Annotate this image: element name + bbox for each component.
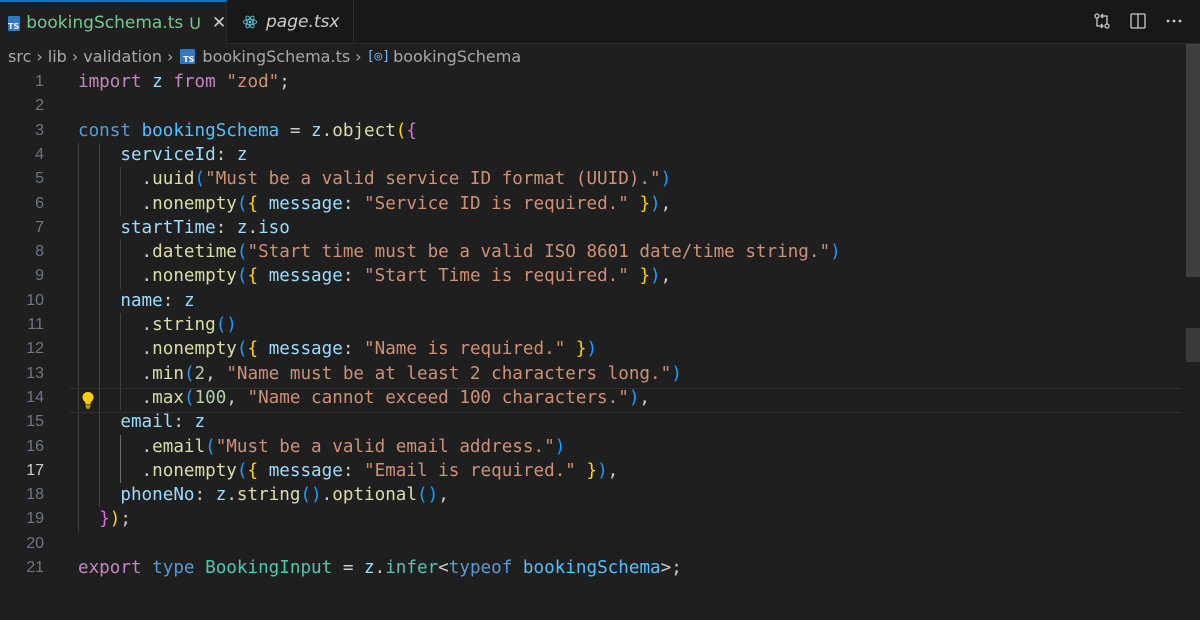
code-line[interactable]: 12 .nonempty({ message: "Name is require… <box>0 337 1182 361</box>
line-number: 17 <box>26 461 44 479</box>
editor-actions <box>1091 10 1185 32</box>
code-line[interactable]: 4 serviceId: z <box>0 143 1182 167</box>
code-line[interactable]: 21 export type BookingInput = z.infer<typ… <box>0 556 1182 580</box>
code-text: .string() <box>78 315 237 335</box>
chevron-right-icon: › <box>71 46 79 66</box>
line-number: 21 <box>26 559 44 576</box>
tab-label: bookingSchema.ts <box>26 13 184 33</box>
line-number: 4 <box>35 145 44 163</box>
line-number: 5 <box>35 170 44 188</box>
line-number: 1 <box>35 73 44 90</box>
code-line[interactable]: 5 .uuid("Must be a valid service ID form… <box>0 167 1182 191</box>
scrollbar-marker <box>1186 328 1200 362</box>
code-line[interactable]: 9 .nonempty({ message: "Start Time is re… <box>0 264 1182 288</box>
code-text: import z from "zod"; <box>78 72 290 92</box>
compare-changes-icon[interactable] <box>1091 10 1113 32</box>
line-number: 6 <box>35 194 44 212</box>
code-line[interactable]: 8 .datetime("Start time must be a valid … <box>0 240 1182 264</box>
line-number: 14 <box>26 388 44 406</box>
code-editor[interactable]: 1 import z from "zod"; 2 3 const bookingSche… <box>0 70 1182 620</box>
code-line[interactable]: 11 .string() <box>0 313 1182 337</box>
line-number: 2 <box>35 97 44 115</box>
lightbulb-icon[interactable] <box>80 391 96 409</box>
breadcrumb-item-src[interactable]: src <box>8 47 31 66</box>
breadcrumb-item-file[interactable]: bookingSchema.ts <box>202 47 350 66</box>
line-number: 3 <box>35 121 44 139</box>
code-line[interactable]: 3 const bookingSchema = z.object({ <box>0 119 1182 143</box>
code-line[interactable]: 6 .nonempty({ message: "Service ID is re… <box>0 192 1182 216</box>
tab-bookingschema[interactable]: TS bookingSchema.ts U ✕ <box>0 0 227 44</box>
more-actions-icon[interactable] <box>1163 10 1185 32</box>
untracked-badge: U <box>189 13 201 33</box>
line-number: 11 <box>27 316 44 333</box>
line-number: 19 <box>26 510 44 528</box>
typescript-icon: TS <box>180 48 196 64</box>
code-text: .nonempty({ message: "Start Time is requ… <box>78 266 672 287</box>
code-text: }); <box>99 509 131 530</box>
line-number: 12 <box>26 340 44 358</box>
code-line[interactable]: 15 email: z <box>0 410 1182 434</box>
chevron-right-icon: › <box>167 46 174 66</box>
code-line[interactable]: 7 startTime: z.iso <box>0 216 1182 240</box>
code-text: serviceId: z <box>120 144 248 165</box>
code-line[interactable]: 19 }); <box>0 507 1182 531</box>
line-number: 13 <box>26 364 44 382</box>
code-line[interactable]: 18 phoneNo: z.string().optional(), <box>0 483 1182 507</box>
line-number: 7 <box>35 218 44 236</box>
tab-label: page.tsx <box>266 11 340 32</box>
code-text: .min(2, "Name must be at least 2 charact… <box>78 363 682 384</box>
code-line[interactable]: 20 <box>0 532 1182 556</box>
breadcrumb-item-lib[interactable]: lib <box>48 47 67 66</box>
line-number: 8 <box>35 243 44 261</box>
typescript-icon: TS <box>8 15 21 31</box>
code-line[interactable]: 10 name: z <box>0 289 1182 313</box>
current-line-highlight <box>70 388 1182 413</box>
code-text: export type BookingInput = z.infer<typeo… <box>78 558 682 578</box>
code-text: const bookingSchema = z.object({ <box>78 120 417 141</box>
editor-tab-bar: TS bookingSchema.ts U ✕ page.tsx <box>0 0 1200 44</box>
scrollbar-thumb[interactable] <box>1186 44 1200 277</box>
code-line[interactable]: 17 .nonempty({ message: "Email is requir… <box>0 459 1182 483</box>
chevron-right-icon: › <box>355 46 362 66</box>
react-icon <box>242 14 258 30</box>
code-text: .nonempty({ message: "Service ID is requ… <box>78 193 672 214</box>
code-text: startTime: z.iso <box>120 217 290 238</box>
code-text: email: z <box>120 412 206 433</box>
line-number: 18 <box>26 486 44 504</box>
line-number: 10 <box>26 291 44 309</box>
line-number: 16 <box>26 437 44 455</box>
split-editor-icon[interactable] <box>1127 10 1149 32</box>
code-text: .uuid("Must be a valid service ID format… <box>78 169 672 190</box>
code-text: phoneNo: z.string().optional(), <box>120 485 449 506</box>
code-text: .email("Must be a valid email address.") <box>78 436 566 457</box>
breadcrumb: src › lib › validation › TS bookingSchem… <box>0 44 1200 68</box>
line-number: 20 <box>26 534 44 552</box>
line-number: 15 <box>26 413 44 431</box>
breadcrumb-item-symbol[interactable]: bookingSchema <box>393 47 521 66</box>
code-text: .nonempty({ message: "Email is required.… <box>78 460 619 481</box>
code-text: .datetime("Start time must be a valid IS… <box>78 242 841 263</box>
line-number: 9 <box>35 267 44 285</box>
breadcrumb-item-validation[interactable]: validation <box>83 47 162 66</box>
code-line[interactable]: 16 .email("Must be a valid email address… <box>0 435 1182 459</box>
code-line[interactable]: 1 import z from "zod"; <box>0 70 1182 94</box>
code-text: name: z <box>120 290 195 311</box>
code-line[interactable]: 13 .min(2, "Name must be at least 2 char… <box>0 362 1182 386</box>
variable-symbol-icon: [◎] <box>366 48 391 64</box>
code-text: .nonempty({ message: "Name is required."… <box>78 339 598 360</box>
code-line[interactable]: 2 <box>0 94 1182 118</box>
close-icon[interactable]: ✕ <box>212 13 226 33</box>
chevron-right-icon: › <box>36 46 43 66</box>
tab-page[interactable]: page.tsx <box>228 0 354 43</box>
